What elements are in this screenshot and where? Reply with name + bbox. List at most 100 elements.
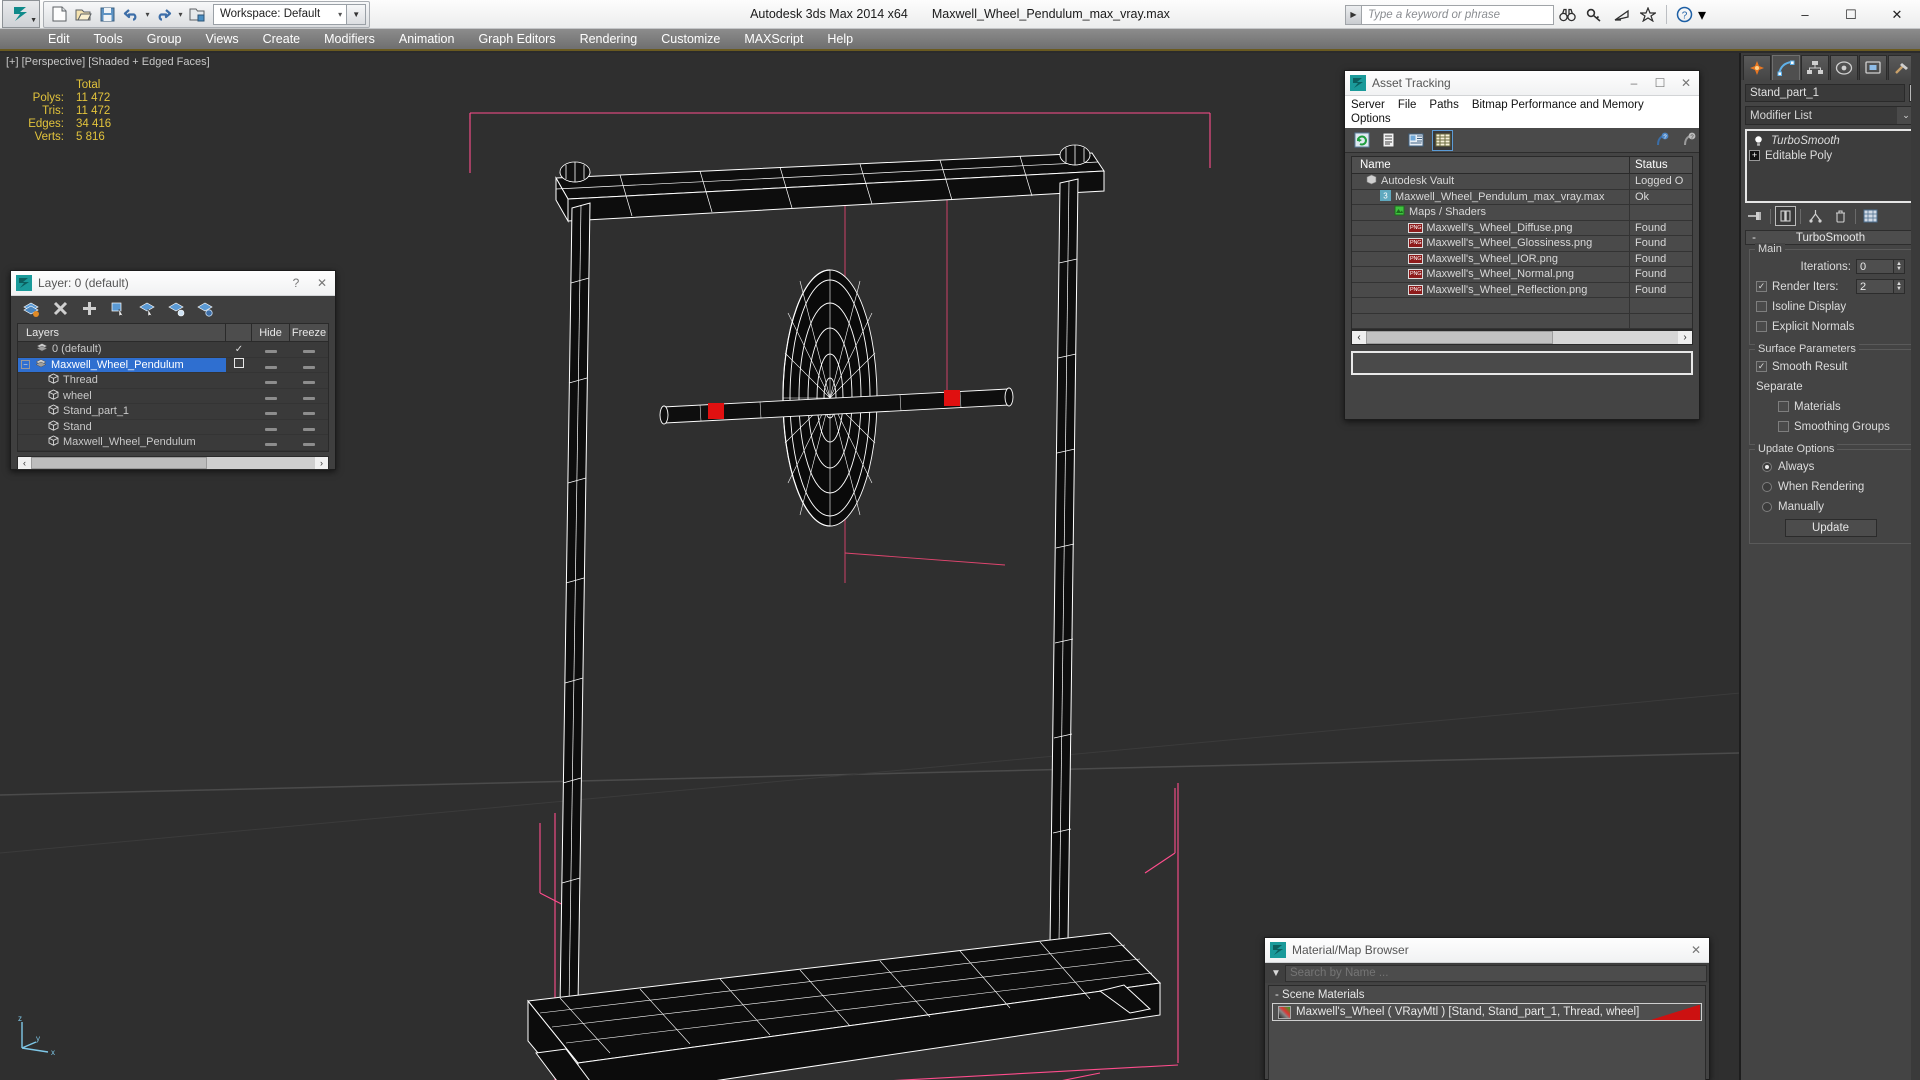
satellite-dish-icon[interactable] bbox=[1608, 2, 1635, 27]
select-objects-in-layer-icon[interactable] bbox=[108, 299, 128, 319]
layer-hide-toggle[interactable] bbox=[252, 433, 290, 451]
redo-icon[interactable] bbox=[152, 3, 176, 26]
scroll-right-icon[interactable]: › bbox=[1678, 332, 1692, 343]
asset-row-name-wrap[interactable]: PNG Maxwell's_Wheel_Reflection.png bbox=[1352, 282, 1630, 298]
hierarchy-tab-icon[interactable] bbox=[1801, 55, 1829, 80]
pin-stack-icon[interactable] bbox=[1745, 206, 1766, 226]
rollout-toggle-icon[interactable]: - bbox=[1746, 232, 1762, 244]
asset-row-name-wrap[interactable]: 3 Maxwell_Wheel_Pendulum_max_vray.max bbox=[1352, 189, 1630, 205]
asset-list[interactable]: Name Status Autodesk Vault Logged O 3 Ma… bbox=[1351, 156, 1693, 330]
scroll-track[interactable] bbox=[1366, 331, 1678, 344]
asset-row[interactable]: Maps / Shaders bbox=[1352, 205, 1692, 221]
help-add-icon[interactable]: ? bbox=[1651, 130, 1672, 151]
binoculars-icon[interactable] bbox=[1554, 2, 1581, 27]
grid-view-icon[interactable] bbox=[1432, 130, 1453, 151]
search-input[interactable]: Type a keyword or phrase bbox=[1362, 5, 1554, 25]
asset-horizontal-scrollbar[interactable]: ‹ › bbox=[1351, 330, 1693, 345]
app-menu-button[interactable]: ▼ bbox=[2, 0, 40, 28]
create-new-layer-icon[interactable] bbox=[21, 299, 41, 319]
isoline-display-checkbox[interactable] bbox=[1756, 301, 1767, 312]
layer-row-name-wrap[interactable]: − Maxwell_Wheel_Pendulum bbox=[18, 358, 226, 372]
modify-tab-icon[interactable] bbox=[1772, 55, 1800, 80]
update-manually-radio[interactable] bbox=[1762, 502, 1772, 512]
layer-horizontal-scrollbar[interactable]: ‹ › bbox=[17, 456, 329, 470]
scroll-right-icon[interactable]: › bbox=[315, 458, 328, 468]
new-icon[interactable] bbox=[47, 3, 71, 26]
menu-item-graph-editors[interactable]: Graph Editors bbox=[466, 29, 567, 49]
asset-menu-bitmap[interactable]: Bitmap Performance and Memory bbox=[1472, 98, 1651, 112]
material-list-item[interactable]: Maxwell's_Wheel ( VRayMtl ) [Stand, Stan… bbox=[1272, 1003, 1702, 1021]
command-panel-scrollbar[interactable] bbox=[1911, 53, 1920, 1080]
remove-modifier-icon[interactable] bbox=[1830, 206, 1851, 226]
search-box[interactable]: ▶ Type a keyword or phrase bbox=[1345, 5, 1554, 25]
layer-current-check[interactable] bbox=[226, 358, 252, 371]
scroll-left-icon[interactable]: ‹ bbox=[1352, 332, 1366, 343]
expand-icon[interactable]: + bbox=[1749, 150, 1760, 161]
undo-icon[interactable] bbox=[119, 3, 143, 26]
smooth-result-row[interactable]: ✓ Smooth Result bbox=[1756, 358, 1905, 375]
render-iters-checkbox[interactable]: ✓ bbox=[1756, 281, 1767, 292]
help-query-icon[interactable]: ? bbox=[1678, 130, 1699, 151]
asset-minimize-button[interactable]: – bbox=[1621, 76, 1647, 90]
material-map-browser-dialog[interactable]: Material/Map Browser ✕ ▼ - Scene Materia… bbox=[1264, 937, 1710, 1080]
list-view-icon[interactable] bbox=[1378, 130, 1399, 151]
layer-list[interactable]: Layers Hide Freeze 0 (default) ✓ − Maxwe… bbox=[17, 323, 329, 452]
menu-item-tools[interactable]: Tools bbox=[82, 29, 135, 49]
asset-row[interactable]: PNG Maxwell's_Wheel_Diffuse.png Found bbox=[1352, 221, 1692, 237]
layer-dialog-titlebar[interactable]: Layer: 0 (default) ? ✕ bbox=[11, 271, 335, 296]
layer-row-name-wrap[interactable]: Stand bbox=[18, 420, 226, 434]
scroll-left-icon[interactable]: ‹ bbox=[18, 458, 31, 468]
isoline-row[interactable]: Isoline Display bbox=[1756, 298, 1905, 315]
material-browser-close-button[interactable]: ✕ bbox=[1683, 943, 1709, 957]
display-tab-icon[interactable] bbox=[1859, 55, 1887, 80]
menu-item-rendering[interactable]: Rendering bbox=[568, 29, 650, 49]
layer-row-name-wrap[interactable]: Thread bbox=[18, 373, 226, 387]
save-icon[interactable] bbox=[95, 3, 119, 26]
update-always-radio[interactable] bbox=[1762, 462, 1772, 472]
layer-row-name-wrap[interactable]: wheel bbox=[18, 389, 226, 403]
layer-current-check[interactable]: ✓ bbox=[226, 344, 252, 355]
asset-row[interactable]: PNG Maxwell's_Wheel_Reflection.png Found bbox=[1352, 283, 1692, 299]
key-icon[interactable] bbox=[1581, 2, 1608, 27]
asset-row-name-wrap[interactable]: PNG Maxwell's_Wheel_Diffuse.png bbox=[1352, 220, 1630, 236]
explicit-normals-checkbox[interactable] bbox=[1756, 321, 1767, 332]
close-button[interactable]: ✕ bbox=[1874, 0, 1920, 29]
layer-dialog[interactable]: Layer: 0 (default) ? ✕ Layers Hide Freez… bbox=[10, 270, 336, 470]
filter-dropdown-icon[interactable]: ▼ bbox=[1267, 968, 1285, 979]
layer-row[interactable]: Maxwell_Wheel_Pendulum bbox=[18, 435, 328, 451]
menu-item-modifiers[interactable]: Modifiers bbox=[312, 29, 387, 49]
asset-row-name-wrap[interactable]: PNG Maxwell's_Wheel_Normal.png bbox=[1352, 267, 1630, 283]
set-project-folder-icon[interactable] bbox=[185, 3, 209, 26]
iterations-spinner[interactable]: 0 ▲▼ bbox=[1856, 259, 1905, 274]
update-when-rendering-row[interactable]: When Rendering bbox=[1756, 478, 1905, 495]
asset-menu-server[interactable]: Server bbox=[1351, 98, 1392, 112]
scene-materials-group[interactable]: - Scene Materials bbox=[1269, 986, 1705, 1003]
asset-row[interactable] bbox=[1352, 314, 1692, 330]
asset-menu-options[interactable]: Options bbox=[1351, 112, 1398, 126]
explicit-normals-row[interactable]: Explicit Normals bbox=[1756, 318, 1905, 335]
select-highlighted-objects-icon[interactable] bbox=[137, 299, 157, 319]
refresh-icon[interactable] bbox=[1351, 130, 1372, 151]
smoothing-groups-row[interactable]: Smoothing Groups bbox=[1756, 418, 1905, 435]
spinner-arrows-icon[interactable]: ▲▼ bbox=[1894, 259, 1905, 274]
menu-item-animation[interactable]: Animation bbox=[387, 29, 467, 49]
material-browser-titlebar[interactable]: Material/Map Browser ✕ bbox=[1265, 938, 1709, 963]
asset-row[interactable]: Autodesk Vault Logged O bbox=[1352, 174, 1692, 190]
configure-modifier-sets-icon[interactable] bbox=[1860, 206, 1881, 226]
asset-menu-paths[interactable]: Paths bbox=[1429, 98, 1465, 112]
layer-expander-icon[interactable]: − bbox=[21, 360, 30, 369]
update-manually-row[interactable]: Manually bbox=[1756, 498, 1905, 515]
material-browser-body[interactable]: - Scene Materials Maxwell's_Wheel ( VRay… bbox=[1268, 985, 1706, 1080]
workspace-selector[interactable]: Workspace: Default ▾ bbox=[213, 4, 347, 25]
layer-dialog-help-button[interactable]: ? bbox=[283, 276, 309, 290]
show-end-result-icon[interactable] bbox=[1775, 206, 1796, 226]
make-unique-icon[interactable] bbox=[1805, 206, 1826, 226]
material-search-input[interactable] bbox=[1285, 965, 1707, 982]
asset-tracking-dialog[interactable]: Asset Tracking – ☐ ✕ Server File Paths B… bbox=[1344, 70, 1700, 420]
menu-item-maxscript[interactable]: MAXScript bbox=[732, 29, 815, 49]
smooth-result-checkbox[interactable]: ✓ bbox=[1756, 361, 1767, 372]
scroll-track[interactable] bbox=[31, 457, 315, 469]
update-always-row[interactable]: Always bbox=[1756, 458, 1905, 475]
help-dropdown-icon[interactable]: ▾ bbox=[1698, 5, 1706, 25]
modifier-stack-item-turbosmooth[interactable]: TurboSmooth bbox=[1749, 133, 1912, 148]
